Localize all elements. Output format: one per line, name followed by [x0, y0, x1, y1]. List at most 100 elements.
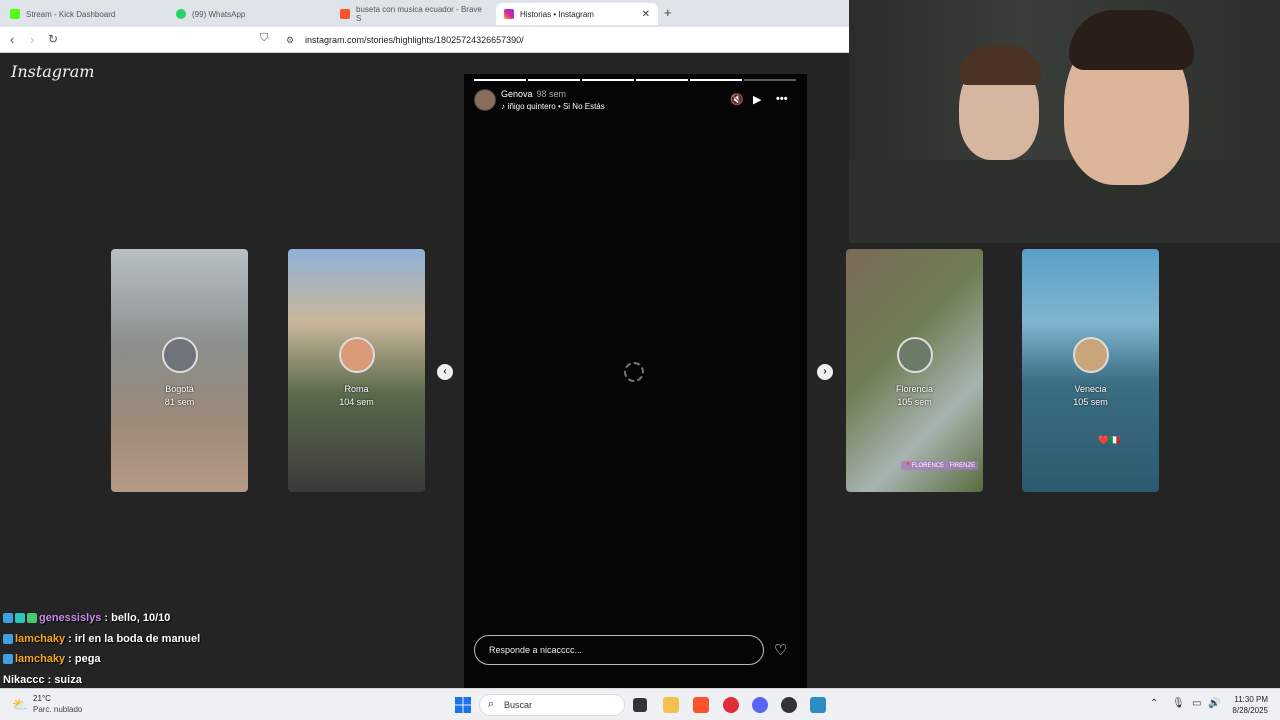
stream-chat: genessislys : bello, 10/10 lamchaky : ir…	[3, 608, 443, 690]
url-input[interactable]: instagram.com/stories/highlights/1802572…	[305, 35, 524, 45]
highlight-time: 105 sem	[1073, 397, 1108, 407]
story-header: Genova 98 sem	[501, 89, 566, 99]
story-progress	[474, 79, 796, 81]
search-placeholder: Buscar	[504, 700, 533, 710]
search-icon: ⌕	[488, 698, 495, 710]
location-sticker: 📍FLORENCE · FIRENZE	[901, 461, 979, 470]
highlight-title: Venecia	[1074, 384, 1107, 394]
file-explorer-icon[interactable]	[663, 697, 679, 713]
weather-cloud-icon[interactable]: ⛅	[12, 697, 28, 713]
close-tab-icon[interactable]: ✕	[642, 9, 650, 20]
highlight-time: 105 sem	[897, 397, 932, 407]
progress-segment	[582, 79, 634, 81]
weather-description[interactable]: Parc. nublado	[33, 705, 82, 714]
brave-browser-icon[interactable]	[693, 697, 709, 713]
chat-username: genessislys	[39, 612, 102, 625]
highlight-card-bogota[interactable]: Bogotá 81 sem	[111, 249, 248, 492]
highlight-time: 81 sem	[164, 397, 195, 407]
chat-username: lamchaky	[15, 653, 66, 666]
highlight-time: 104 sem	[339, 397, 374, 407]
play-icon[interactable]: ▶	[753, 93, 761, 106]
webcam-hair-right	[1069, 10, 1194, 70]
progress-segment	[636, 79, 688, 81]
windows-start-icon[interactable]	[455, 697, 471, 713]
story-music[interactable]: ♪ íñigo quintero • Si No Estás	[501, 102, 605, 111]
obs-icon[interactable]	[781, 697, 797, 713]
chat-username: Nikaccc	[3, 673, 45, 686]
webcam-shirts	[849, 160, 1280, 243]
system-clock[interactable]: 11:30 PM 8/28/2025	[1226, 694, 1268, 716]
webcam-hair-left	[959, 45, 1041, 85]
flag-sticker: ❤️🇮🇹	[1098, 435, 1121, 445]
volume-icon[interactable]: 🔊	[1208, 698, 1220, 709]
like-heart-icon[interactable]: ♡	[774, 641, 787, 659]
brave-icon	[340, 9, 350, 19]
highlight-card-venecia[interactable]: Venecia 105 sem ❤️🇮🇹	[1022, 249, 1159, 492]
more-options-icon[interactable]: •••	[776, 93, 788, 105]
address-bar: ‹ › ↻ ⛉ ⚙ instagram.com/stories/highligh…	[0, 27, 849, 53]
kick-icon	[10, 9, 20, 19]
next-story-button[interactable]: ›	[817, 364, 833, 380]
highlight-avatar	[1073, 337, 1109, 373]
chat-message: Nikaccc : suiza	[3, 670, 443, 691]
chat-text: : bello, 10/10	[104, 612, 171, 625]
forward-icon[interactable]: ›	[30, 32, 34, 47]
story-time: 98 sem	[536, 89, 567, 99]
tab-whatsapp[interactable]: (99) WhatsApp	[168, 3, 334, 25]
reply-input[interactable]: Responde a nicacccc...	[474, 635, 764, 665]
badge-icon	[27, 613, 37, 624]
highlight-title: Florencia	[895, 384, 933, 394]
taskbar-search-input[interactable]: ⌕ Buscar	[479, 694, 625, 716]
back-icon[interactable]: ‹	[10, 32, 14, 47]
chat-message: lamchaky : pega	[3, 649, 443, 670]
discord-icon[interactable]	[752, 697, 768, 713]
tray-expand-icon[interactable]: ⌃	[1150, 698, 1158, 709]
task-view-icon[interactable]	[633, 698, 647, 712]
progress-segment	[528, 79, 580, 81]
music-label: íñigo quintero • Si No Estás	[507, 102, 605, 111]
highlight-card-roma[interactable]: Roma 104 sem	[288, 249, 425, 492]
weather-temperature[interactable]: 21°C	[33, 694, 51, 703]
highlight-card-florencia[interactable]: Florencia 105 sem 📍FLORENCE · FIRENZE	[846, 249, 983, 492]
app-icon[interactable]	[723, 697, 739, 713]
tab-title: (99) WhatsApp	[192, 9, 246, 19]
progress-segment	[474, 79, 526, 81]
badge-icon	[15, 613, 25, 624]
new-tab-button[interactable]: +	[664, 5, 672, 20]
tab-instagram[interactable]: Historias • Instagram ✕	[496, 3, 658, 25]
tab-title: Historias • Instagram	[520, 9, 594, 19]
chat-text: : pega	[68, 653, 101, 666]
site-info-icon[interactable]: ⚙	[286, 35, 294, 46]
highlight-title: Bogotá	[165, 384, 194, 394]
tab-title: buseta con musica ecuador - Brave S	[356, 5, 482, 23]
microphone-icon[interactable]: 🎙	[1172, 698, 1185, 709]
chat-message: lamchaky : irl en la boda de manuel	[3, 629, 443, 650]
badge-icon	[3, 654, 13, 665]
mute-icon[interactable]: 🔇	[730, 93, 744, 106]
highlight-avatar	[897, 337, 933, 373]
windows-taskbar: ⛅ 21°C Parc. nublado ⌕ Buscar ⌃ 🎙 ▭ 🔊 11…	[0, 688, 1280, 720]
clock-time: 11:30 PM	[1234, 695, 1268, 704]
story-avatar[interactable]	[474, 89, 496, 111]
tab-kick[interactable]: Stream - Kick Dashboard	[2, 3, 168, 25]
loading-spinner-icon	[624, 362, 644, 382]
instagram-icon	[504, 9, 514, 19]
clock-date: 8/28/2025	[1232, 706, 1268, 715]
network-icon[interactable]: ▭	[1192, 698, 1201, 709]
browser-tab-bar: Stream - Kick Dashboard (99) WhatsApp bu…	[0, 0, 849, 27]
reload-icon[interactable]: ↻	[48, 32, 58, 46]
tab-brave-search[interactable]: buseta con musica ecuador - Brave S	[332, 3, 494, 25]
progress-segment	[744, 79, 796, 81]
chat-text: : suiza	[47, 673, 82, 686]
chat-text: : irl en la boda de manuel	[68, 632, 201, 645]
bookmark-icon[interactable]: ⛉	[260, 32, 268, 45]
badge-icon	[3, 613, 13, 624]
previous-story-button[interactable]: ‹	[437, 364, 453, 380]
story-viewer[interactable]: Genova 98 sem ♪ íñigo quintero • Si No Es…	[464, 74, 807, 688]
tab-title: Stream - Kick Dashboard	[26, 9, 116, 19]
badge-icon	[3, 633, 13, 644]
webcam-overlay	[849, 0, 1280, 243]
story-username[interactable]: Genova	[501, 89, 533, 99]
notepad-icon[interactable]	[810, 697, 826, 713]
instagram-logo[interactable]: Instagram	[11, 62, 94, 81]
